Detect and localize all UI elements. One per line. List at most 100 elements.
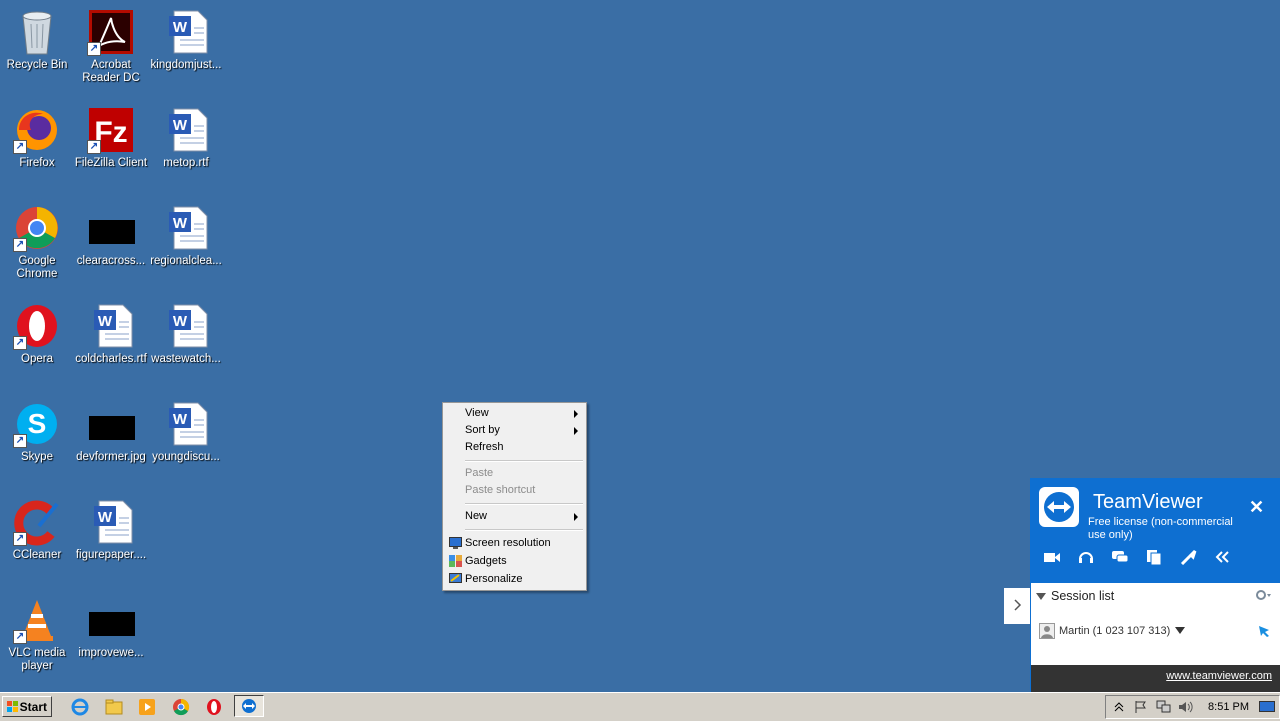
desktop-icon-figurepaper[interactable]: W figurepaper.... [74, 492, 148, 582]
double-chevron-left-icon[interactable] [1213, 549, 1231, 565]
ccleaner-icon: ↗ [13, 498, 61, 546]
shortcut-arrow-icon: ↗ [13, 238, 27, 252]
session-partner[interactable]: Martin (1 023 107 313) [1059, 625, 1170, 637]
filezilla-icon: Fz ↗ [87, 106, 135, 154]
desktop-icon-skype[interactable]: S ↗ Skype [0, 394, 74, 484]
start-label: Start [19, 700, 47, 714]
shortcut-arrow-icon: ↗ [13, 434, 27, 448]
desktop[interactable]: Recycle Bin ↗ Firefox ↗ Google Chrome ↗ … [0, 0, 1280, 693]
shortcut-arrow-icon: ↗ [13, 532, 27, 546]
desktop-icon-ccleaner[interactable]: ↗ CCleaner [0, 492, 74, 582]
speaker-icon[interactable] [1178, 700, 1194, 714]
menu-item-gadgets[interactable]: Gadgets [445, 553, 584, 570]
desktop-icon-acrobat[interactable]: ↗ Acrobat Reader DC [74, 2, 148, 92]
icon-label: regionalclea... [150, 255, 222, 267]
menu-item-paste: Paste [445, 465, 584, 482]
desktop-icon-kingdomjust[interactable]: W kingdomjust... [149, 2, 223, 92]
desktop-icon-firefox[interactable]: ↗ Firefox [0, 100, 74, 190]
taskbar-teamviewer-button[interactable] [234, 695, 264, 717]
close-icon[interactable]: ✕ [1249, 497, 1264, 518]
shortcut-arrow-icon: ↗ [13, 336, 27, 350]
chat-icon[interactable] [1111, 549, 1129, 565]
menu-item-label: Sort by [465, 424, 500, 436]
gear-icon[interactable] [1255, 589, 1273, 601]
desktop-icon-google-chrome[interactable]: ↗ Google Chrome [0, 198, 74, 288]
recycle-bin-icon [13, 8, 61, 56]
shortcut-arrow-icon: ↗ [87, 140, 101, 154]
opera-icon: ↗ [13, 302, 61, 350]
menu-item-view[interactable]: View [445, 405, 584, 422]
menu-item-screen-resolution[interactable]: Screen resolution [445, 535, 584, 552]
svg-text:W: W [173, 215, 188, 232]
desktop-icon-clearacross[interactable]: clearacross... [74, 198, 148, 288]
dropdown-arrow-icon[interactable] [1175, 627, 1185, 635]
shortcut-arrow-icon: ↗ [87, 42, 101, 56]
menu-item-label: Screen resolution [465, 537, 551, 549]
desktop-icon-improvewe[interactable]: improvewe... [74, 590, 148, 680]
icon-label: Google Chrome [16, 255, 58, 280]
media-player-icon[interactable] [137, 697, 157, 717]
teamviewer-website-link[interactable]: www.teamviewer.com [1166, 670, 1272, 682]
taskbar: Start 8:51 PM [0, 692, 1280, 721]
gadgets-icon [449, 555, 462, 567]
vlc-icon: ↗ [13, 596, 61, 644]
video-camera-icon[interactable] [1043, 549, 1061, 565]
file-transfer-icon[interactable] [1145, 549, 1163, 565]
teamviewer-title: TeamViewer [1093, 491, 1203, 513]
icon-label: youngdiscu... [152, 451, 220, 463]
svg-text:S: S [28, 408, 47, 439]
menu-item-sort-by[interactable]: Sort by [445, 422, 584, 439]
icon-label: figurepaper.... [75, 549, 147, 561]
skype-icon: S ↗ [13, 400, 61, 448]
clock[interactable]: 8:51 PM [1208, 701, 1249, 713]
network-icon[interactable] [1156, 700, 1172, 714]
teamviewer-panel: TeamViewer Free license (non-commercial … [1030, 478, 1280, 693]
session-list-title: Session list [1051, 589, 1115, 603]
firefox-icon: ↗ [13, 106, 61, 154]
icon-label: CCleaner [12, 549, 62, 561]
icon-label: clearacross... [76, 255, 146, 267]
desktop-icon-coldcharles[interactable]: W coldcharles.rtf [74, 296, 148, 386]
desktop-icon-opera[interactable]: ↗ Opera [0, 296, 74, 386]
desktop-icon-youngdiscu[interactable]: W youngdiscu... [149, 394, 223, 484]
black-thumbnail [87, 596, 135, 644]
svg-text:W: W [173, 411, 188, 428]
icon-label: Acrobat Reader DC [82, 59, 140, 84]
tools-icon[interactable] [1179, 549, 1197, 565]
teamviewer-header: TeamViewer Free license (non-commercial … [1031, 479, 1280, 583]
icon-label: Skype [21, 451, 53, 463]
headset-icon[interactable] [1077, 549, 1095, 565]
desktop-icon-wastewatch[interactable]: W wastewatch... [149, 296, 223, 386]
word-document-icon: W [162, 204, 210, 252]
menu-item-new[interactable]: New [445, 508, 584, 525]
svg-text:W: W [98, 313, 113, 330]
word-document-icon: W [162, 400, 210, 448]
teamviewer-expand-tab[interactable] [1004, 588, 1030, 624]
explorer-folder-icon[interactable] [104, 697, 124, 717]
start-button[interactable]: Start [2, 696, 52, 717]
chrome-icon[interactable] [171, 697, 191, 717]
teamviewer-icon [242, 699, 256, 713]
cursor-icon[interactable] [1257, 624, 1271, 638]
acrobat-reader-icon: ↗ [87, 8, 135, 56]
collapse-triangle-icon[interactable] [1036, 593, 1046, 601]
menu-item-personalize[interactable]: Personalize [445, 571, 584, 588]
icon-label: wastewatch... [151, 353, 221, 365]
flag-icon[interactable] [1134, 700, 1148, 714]
desktop-icon-filezilla[interactable]: Fz ↗ FileZilla Client [74, 100, 148, 190]
desktop-icon-recycle-bin[interactable]: Recycle Bin [0, 2, 74, 92]
menu-separator [465, 529, 583, 531]
opera-icon[interactable] [204, 697, 224, 717]
show-hidden-icons-icon[interactable] [1114, 701, 1124, 713]
desktop-icon-vlc[interactable]: ↗ VLC media player [0, 590, 74, 680]
desktop-icon-regionalclea[interactable]: W regionalclea... [149, 198, 223, 288]
internet-explorer-icon[interactable] [70, 697, 90, 717]
icon-label: improvewe... [78, 647, 144, 659]
user-avatar-icon [1039, 623, 1055, 639]
show-desktop-icon[interactable] [1259, 701, 1275, 713]
desktop-icon-devformer[interactable]: devformer.jpg [74, 394, 148, 484]
black-thumbnail [87, 400, 135, 448]
desktop-icon-metop[interactable]: W metop.rtf [149, 100, 223, 190]
menu-item-label: New [465, 510, 488, 522]
menu-item-refresh[interactable]: Refresh [445, 439, 584, 456]
